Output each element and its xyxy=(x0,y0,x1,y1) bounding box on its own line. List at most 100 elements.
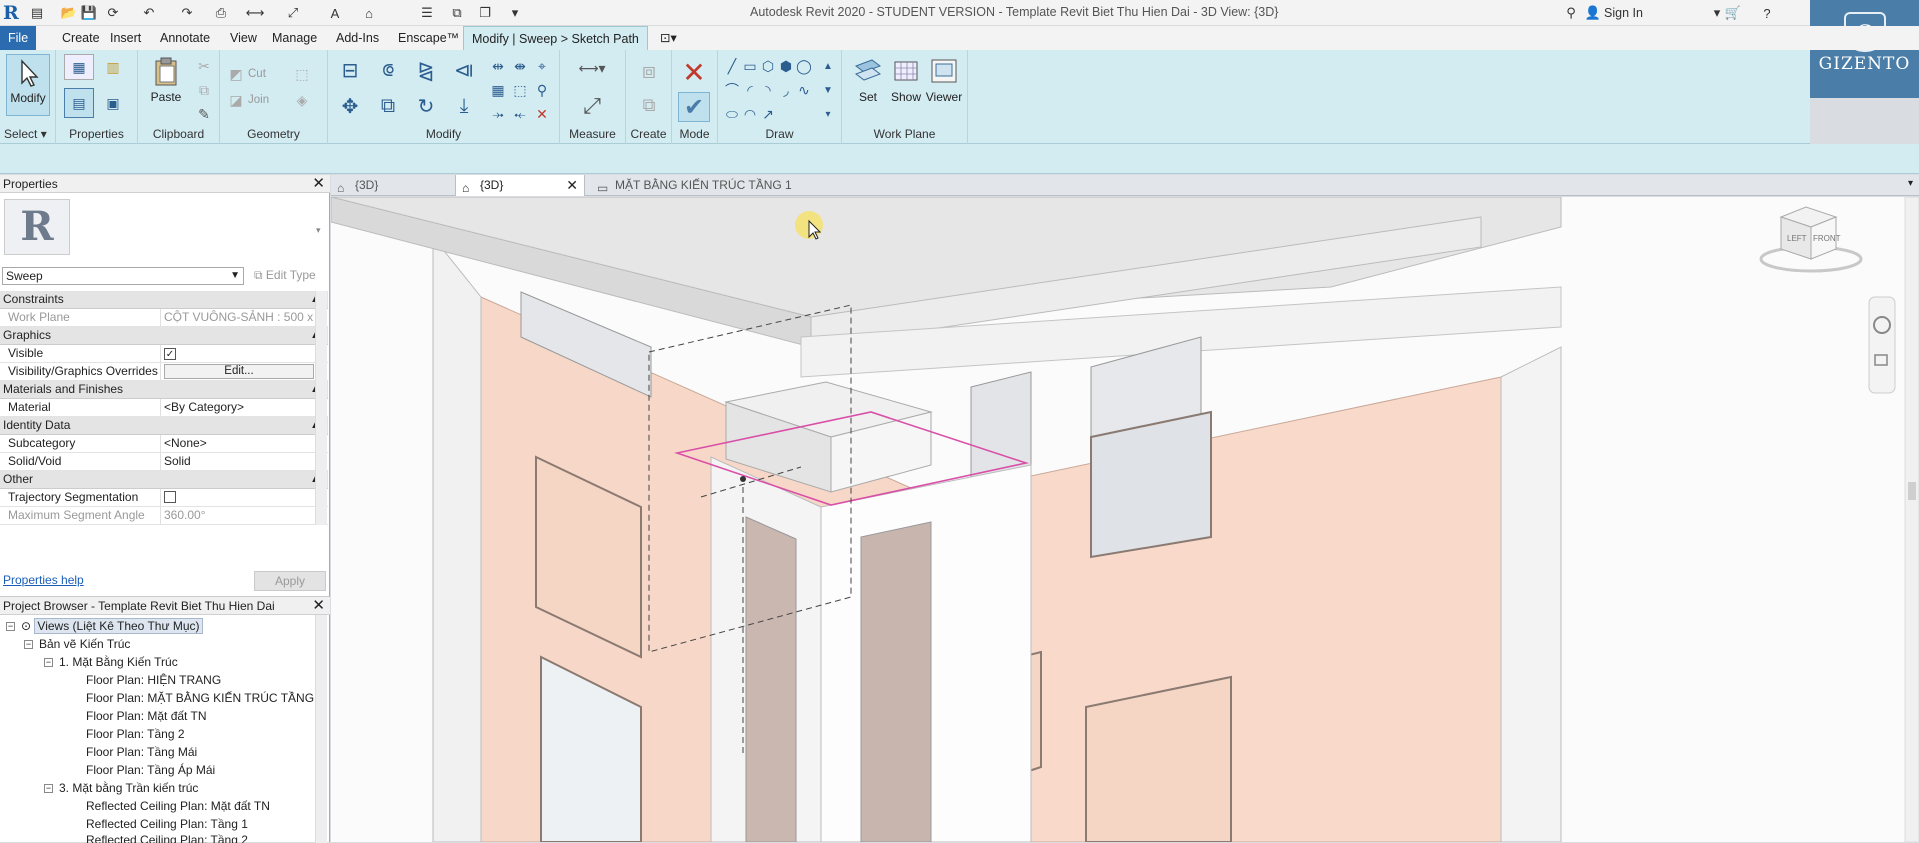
draw-scroll-down-icon[interactable]: ▼ xyxy=(818,80,838,100)
measure-between-icon[interactable]: ⟷▾ xyxy=(570,58,614,78)
modify-button[interactable]: Modify xyxy=(6,54,50,116)
prop-value[interactable]: <By Category> xyxy=(160,399,316,416)
view-cube[interactable]: LEFT FRONT xyxy=(1759,206,1863,273)
trim-multiple-icon[interactable]: ⤞ xyxy=(488,104,508,124)
tree-item-floor-plan[interactable]: Floor Plan: Tầng 2 xyxy=(86,725,185,743)
contextual-dropdown-icon[interactable]: ⊡▾ xyxy=(652,26,685,50)
tree-item-ceiling-plan[interactable]: Reflected Ceiling Plan: Tầng 1 xyxy=(86,815,248,833)
mirror-draw-icon[interactable]: ⧏ xyxy=(450,56,478,84)
viewport-scroll-thumb[interactable] xyxy=(1908,482,1916,500)
rectangle-icon[interactable]: ▭ xyxy=(740,56,760,76)
tab-add-ins[interactable]: Add-Ins xyxy=(328,26,387,50)
split-gap-icon[interactable]: ⇼ xyxy=(510,56,530,76)
tab-manage[interactable]: Manage xyxy=(264,26,325,50)
qat-dropdown-icon[interactable]: ▾ xyxy=(506,4,524,22)
browser-scrollbar[interactable] xyxy=(315,615,327,843)
start-end-arc-icon[interactable]: ⌒ xyxy=(722,80,742,100)
close-hidden-icon[interactable]: ⧉ xyxy=(448,4,466,22)
folder-open-icon[interactable]: 📂 xyxy=(60,4,78,22)
collapse-toggle-icon[interactable]: − xyxy=(24,640,33,650)
thin-lines-icon[interactable]: ☰ xyxy=(418,4,436,22)
tab-view[interactable]: View xyxy=(222,26,265,50)
scale-icon[interactable]: ⬚ xyxy=(510,80,530,100)
revit-logo-icon[interactable]: R xyxy=(3,2,23,24)
copy-icon[interactable]: ⧉ xyxy=(194,80,214,100)
tabs-overflow-icon[interactable]: ▾ xyxy=(1908,178,1913,189)
tab-insert[interactable]: Insert xyxy=(102,26,149,50)
circumscribed-polygon-icon[interactable]: ⬢ xyxy=(776,56,796,76)
sign-in-link[interactable]: Sign In xyxy=(1604,6,1643,20)
match-type-icon[interactable]: ✎ xyxy=(194,104,214,124)
properties-close-icon[interactable]: ✕ xyxy=(312,175,325,193)
tree-item-floor-plan[interactable]: Floor Plan: Mặt đất TN xyxy=(86,707,207,725)
edit-type-button[interactable]: ⧉ Edit Type xyxy=(254,268,316,283)
3d-viewport[interactable]: LEFT FRONT xyxy=(331,197,1919,842)
fillet-arc-icon[interactable]: ◞ xyxy=(776,80,796,100)
prop-row-solid-void[interactable]: Solid/Void Solid xyxy=(0,453,328,471)
section-graphics[interactable]: Graphics▲ xyxy=(0,327,328,345)
rotate-icon[interactable]: ↻ xyxy=(412,92,440,120)
type-properties-icon[interactable]: ▥ xyxy=(98,54,128,80)
cope-icon[interactable]: ◩ xyxy=(226,64,246,84)
help-icon[interactable]: ? xyxy=(1758,4,1776,22)
finish-edit-icon[interactable]: ✔ xyxy=(678,92,710,122)
navigation-bar[interactable] xyxy=(1868,296,1896,394)
vis-overrides-edit-button[interactable]: Edit... xyxy=(164,364,314,379)
element-properties-icon[interactable]: ▤ xyxy=(64,88,94,118)
browser-close-icon[interactable]: ✕ xyxy=(312,597,325,615)
line-icon[interactable]: ╱ xyxy=(722,56,742,76)
tab-file[interactable]: File xyxy=(0,26,37,50)
tree-item-floor-plan[interactable]: Floor Plan: Tầng Mái xyxy=(86,743,197,761)
open-icon[interactable]: ▤ xyxy=(28,4,46,22)
pick-lines-icon[interactable]: ↗ xyxy=(758,104,778,124)
cut-icon[interactable]: ✂ xyxy=(194,56,214,76)
paint-icon[interactable]: ◈ xyxy=(292,90,312,110)
select-dropdown[interactable]: Select ▾ xyxy=(0,127,55,141)
type-selector[interactable]: Sweep ▼ xyxy=(2,267,244,285)
section-constraints[interactable]: Constraints▲ xyxy=(0,291,328,309)
circle-icon[interactable]: ◯ xyxy=(794,56,814,76)
collapse-toggle-icon[interactable]: − xyxy=(44,658,53,668)
tangent-arc-icon[interactable]: ◝ xyxy=(758,80,778,100)
section-identity[interactable]: Identity Data▲ xyxy=(0,417,328,435)
search-binoculars-icon[interactable]: ⚲ xyxy=(1562,4,1580,22)
ellipse-icon[interactable]: ⬭ xyxy=(722,104,742,124)
create-similar-icon[interactable]: ⧉ xyxy=(634,92,664,118)
trajectory-checkbox[interactable] xyxy=(164,491,176,503)
viewport-scrollbar[interactable] xyxy=(1904,197,1919,842)
mirror-axis-icon[interactable]: ⧎ xyxy=(412,56,440,84)
viewer-workplane-button[interactable]: Viewer xyxy=(922,54,966,116)
switch-windows-icon[interactable]: ❐ xyxy=(476,4,494,22)
array-icon[interactable]: ▦ xyxy=(488,80,508,100)
building-model-drawing[interactable]: LEFT FRONT xyxy=(331,197,1919,842)
tree-item-ban-ve-kien-truc[interactable]: − Bản vẽ Kiến Trúc xyxy=(24,635,130,653)
collapse-toggle-icon[interactable]: − xyxy=(6,622,15,632)
delete-icon[interactable]: ✕ xyxy=(532,104,552,124)
save-icon[interactable]: 💾 xyxy=(80,4,98,22)
view-tab-floor-plan[interactable]: ▭ MẶT BẰNG KIẾN TRÚC TẦNG 1 xyxy=(591,175,851,196)
tab-modify-sweep-sketch-path[interactable]: Modify | Sweep > Sketch Path xyxy=(463,26,648,50)
copy-element-icon[interactable]: ⧉ xyxy=(374,92,402,120)
prop-row-material[interactable]: Material <By Category> xyxy=(0,399,328,417)
unpin-icon[interactable]: ⌖ xyxy=(532,56,552,76)
tree-item-floor-plan[interactable]: Floor Plan: Tầng Áp Mái xyxy=(86,761,215,779)
align-dimension-icon[interactable]: ⤢ xyxy=(284,4,302,22)
tab-annotate[interactable]: Annotate xyxy=(152,26,218,50)
prop-value[interactable]: Solid xyxy=(160,453,316,470)
trim-single-icon[interactable]: ⤝ xyxy=(510,104,530,124)
close-tab-icon[interactable]: ✕ xyxy=(566,175,578,196)
tree-item-floor-plan[interactable]: Floor Plan: MẶT BẰNG KIẾN TRÚC TẦNG 1 xyxy=(86,689,324,707)
partial-ellipse-icon[interactable]: ◠ xyxy=(740,104,760,124)
aligned-dimension-icon[interactable]: ⤢ xyxy=(570,92,614,120)
view-tab-3d-inactive[interactable]: ⌂ {3D} xyxy=(331,175,455,196)
section-other[interactable]: Other▲ xyxy=(0,471,328,489)
view-tab-3d-active[interactable]: ⌂ {3D} ✕ xyxy=(455,175,585,196)
properties-palette-icon[interactable]: ▦ xyxy=(64,54,94,80)
tree-item-mat-bang-kien-truc[interactable]: −1. Mặt Bằng Kiến Trúc xyxy=(44,653,178,671)
move-icon[interactable]: ✥ xyxy=(336,92,364,120)
tree-item-ceiling-plan[interactable]: Reflected Ceiling Plan: Mặt đất TN xyxy=(86,797,270,815)
draw-expand-icon[interactable]: ▾ xyxy=(818,104,838,124)
sketch-point[interactable] xyxy=(740,476,746,482)
trim-extend-icon[interactable]: ⤓ xyxy=(450,92,478,120)
cancel-edit-icon[interactable]: ✕ xyxy=(678,56,710,88)
